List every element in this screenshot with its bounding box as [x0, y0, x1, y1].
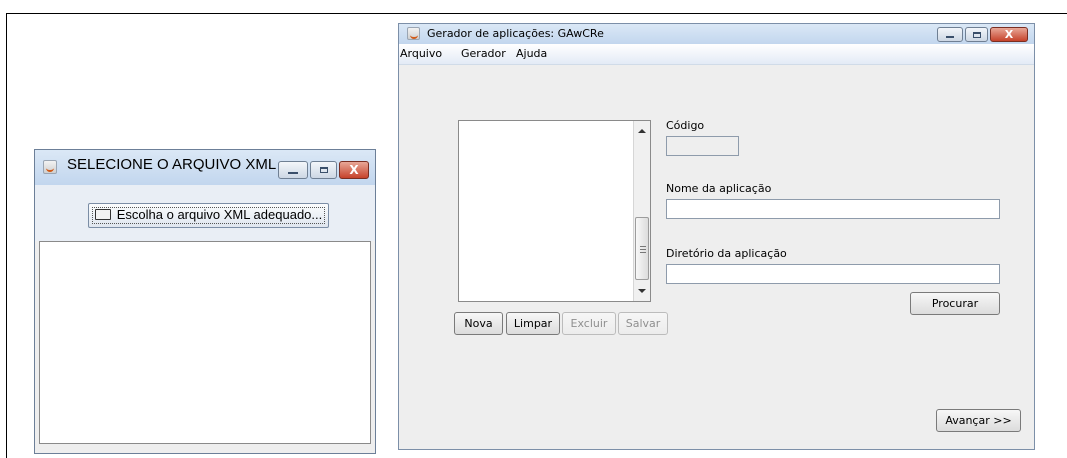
- close-button[interactable]: X: [990, 27, 1028, 42]
- title-bar[interactable]: Gerador de aplicações: GAwCRe X: [399, 24, 1034, 44]
- menu-arquivo[interactable]: Arquivo: [400, 47, 442, 60]
- code-field: [666, 136, 739, 156]
- minimize-icon: [288, 172, 298, 174]
- java-icon: [407, 27, 420, 40]
- maximize-button[interactable]: [965, 27, 988, 42]
- menu-gerador[interactable]: Gerador: [461, 47, 506, 60]
- maximize-button[interactable]: [310, 161, 337, 179]
- menu-ajuda[interactable]: Ajuda: [516, 47, 547, 60]
- window-title: Gerador de aplicações: GAwCRe: [427, 27, 604, 40]
- scroll-thumb[interactable]: [635, 217, 649, 280]
- delete-button[interactable]: Excluir: [562, 312, 616, 335]
- close-button[interactable]: X: [339, 161, 369, 179]
- applications-list[interactable]: [458, 120, 651, 302]
- app-dir-input[interactable]: [667, 265, 999, 283]
- figure-border-left: [6, 13, 7, 458]
- clear-button[interactable]: Limpar: [506, 312, 560, 335]
- button-row: Escolha o arquivo XML adequado...: [35, 185, 375, 241]
- title-bar[interactable]: SELECIONE O ARQUIVO XML X: [35, 150, 375, 185]
- grip-line: [640, 249, 646, 250]
- choose-xml-button[interactable]: Escolha o arquivo XML adequado...: [88, 203, 329, 228]
- maximize-icon: [319, 167, 328, 173]
- code-label: Código: [666, 119, 705, 132]
- app-dir-label: Diretório da aplicação: [666, 247, 787, 260]
- folder-open-icon: [94, 209, 111, 220]
- app-generator-window: Gerador de aplicações: GAwCRe X Arquivo …: [398, 23, 1035, 450]
- next-button[interactable]: Avançar >>: [936, 409, 1021, 432]
- select-xml-window: SELECIONE O ARQUIVO XML X Escolha o arqu…: [34, 149, 376, 454]
- browse-button[interactable]: Procurar: [910, 292, 1000, 315]
- file-content-area[interactable]: [39, 241, 371, 444]
- window-title: SELECIONE O ARQUIVO XML: [67, 156, 277, 173]
- minimize-button[interactable]: [937, 27, 963, 42]
- grip-line: [640, 252, 646, 253]
- maximize-icon: [972, 31, 981, 38]
- scroll-up-arrow-icon[interactable]: [638, 129, 646, 133]
- focus-ring: [92, 207, 325, 224]
- code-input: [667, 137, 738, 155]
- scroll-down-arrow-icon[interactable]: [638, 289, 646, 293]
- save-button[interactable]: Salvar: [618, 312, 668, 335]
- app-dir-field[interactable]: [666, 264, 1000, 284]
- app-name-label: Nome da aplicação: [666, 182, 772, 195]
- figure-border-top: [6, 13, 1067, 14]
- vertical-scrollbar[interactable]: [633, 121, 650, 301]
- minimize-icon: [946, 36, 954, 38]
- java-icon: [43, 160, 57, 174]
- close-icon: X: [349, 163, 359, 177]
- menu-bar: Arquivo Gerador Ajuda: [399, 44, 1034, 65]
- app-name-input[interactable]: [667, 200, 999, 218]
- new-button[interactable]: Nova: [454, 312, 503, 335]
- app-name-field[interactable]: [666, 199, 1000, 219]
- grip-line: [640, 246, 646, 247]
- minimize-button[interactable]: [278, 161, 308, 179]
- close-icon: X: [1004, 28, 1014, 41]
